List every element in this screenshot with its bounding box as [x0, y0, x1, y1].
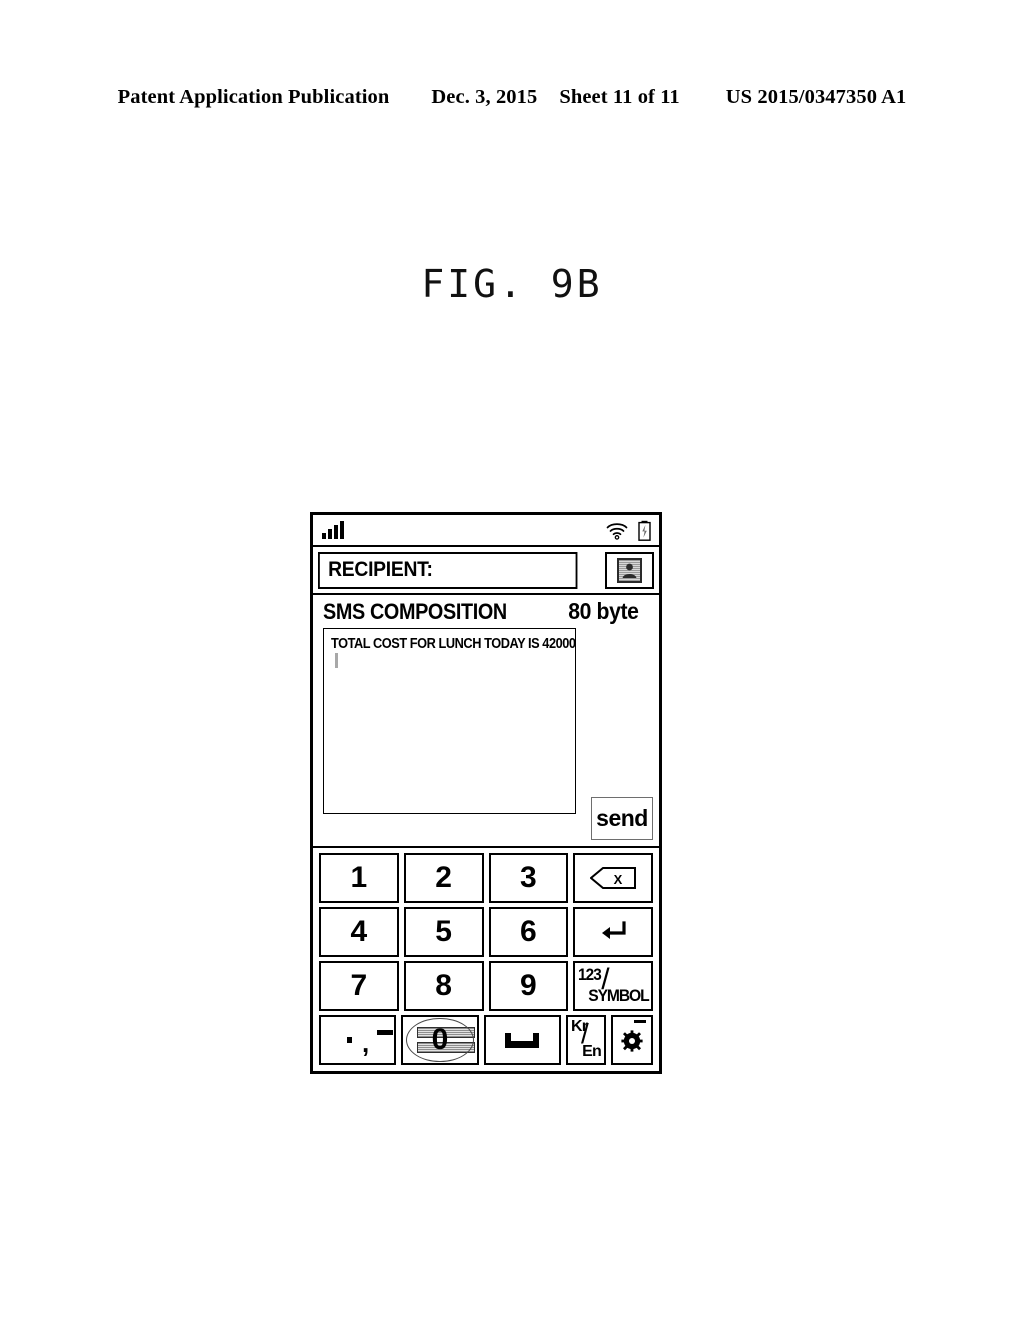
- wifi-icon: [606, 523, 628, 540]
- key-5[interactable]: 5: [403, 907, 484, 957]
- key-7[interactable]: 7: [319, 961, 399, 1011]
- gear-icon: [621, 1030, 643, 1052]
- key-0[interactable]: 0: [401, 1015, 479, 1065]
- keypad-row-2: 4 5 6: [319, 907, 653, 957]
- mobile-device-mockup: RECIPIENT: SMS COMPOSITION 80 byte TOTAL…: [310, 512, 662, 1074]
- key-punctuation[interactable]: ,: [319, 1015, 397, 1065]
- comma-glyph: ,: [362, 1028, 370, 1058]
- key-9[interactable]: 9: [488, 961, 569, 1011]
- keypad-row-4: , 0 Kr / En: [319, 1015, 653, 1065]
- composition-title: SMS COMPOSITION: [323, 598, 507, 624]
- signal-bars-icon: [322, 520, 344, 539]
- key-space[interactable]: [483, 1015, 561, 1065]
- backspace-icon: X: [590, 867, 637, 889]
- enter-return-icon: [602, 921, 626, 939]
- key-4[interactable]: 4: [319, 907, 399, 957]
- byte-counter: 80 byte: [567, 598, 639, 624]
- status-bar: [313, 515, 659, 547]
- key-language-toggle[interactable]: Kr / En: [565, 1015, 606, 1065]
- sheet-number: Sheet 11 of 11: [559, 86, 680, 108]
- message-text: TOTAL COST FOR LUNCH TODAY IS 42000: [331, 636, 576, 652]
- contact-person-icon: [617, 557, 642, 583]
- symbol-key-123-label: 123: [578, 965, 602, 984]
- key-0-label: 0: [431, 1023, 449, 1056]
- send-button[interactable]: send: [591, 797, 653, 840]
- language-en-label: En: [582, 1043, 602, 1060]
- publication-date: Dec. 3, 2015: [431, 86, 538, 108]
- figure-label: FIG. 9B: [421, 262, 603, 306]
- keypad-row-1: 1 2 3 X: [319, 853, 653, 903]
- keypad-row-3: 7 8 9 123 / SYMBOL: [319, 961, 653, 1011]
- recipient-input[interactable]: RECIPIENT:: [318, 551, 578, 589]
- recipient-row: RECIPIENT:: [313, 547, 659, 595]
- key-6[interactable]: 6: [488, 907, 569, 957]
- period-glyph: [347, 1037, 352, 1043]
- key-symbol[interactable]: 123 / SYMBOL: [573, 961, 653, 1011]
- space-bar-icon: [505, 1032, 540, 1048]
- message-input[interactable]: TOTAL COST FOR LUNCH TODAY IS 42000: [323, 628, 576, 814]
- key-settings[interactable]: [610, 1015, 653, 1065]
- dash-glyph: [377, 1030, 393, 1035]
- key-backspace[interactable]: X: [573, 853, 653, 903]
- patent-page-header: Patent Application Publication Dec. 3, 2…: [0, 86, 1024, 109]
- composition-header: SMS COMPOSITION 80 byte: [313, 595, 659, 628]
- symbol-key-symbol-label: SYMBOL: [588, 986, 650, 1005]
- text-caret: [335, 653, 338, 668]
- publication-label: Patent Application Publication: [117, 86, 390, 108]
- svg-text:X: X: [614, 872, 623, 887]
- settings-dash-mark: [633, 1020, 646, 1023]
- key-3[interactable]: 3: [488, 853, 569, 903]
- publication-number: US 2015/0347350 A1: [725, 86, 907, 108]
- keypad: 1 2 3 X 4 5 6 7 8 9 123 / SYMBOL , 0 Kr …: [313, 846, 659, 1071]
- recipient-label: RECIPIENT:: [328, 558, 433, 581]
- key-1[interactable]: 1: [319, 853, 399, 903]
- battery-charging-icon: [638, 520, 651, 541]
- contact-picker-button[interactable]: [605, 551, 654, 589]
- message-area: TOTAL COST FOR LUNCH TODAY IS 42000 send: [313, 628, 659, 846]
- key-2[interactable]: 2: [403, 853, 484, 903]
- key-8[interactable]: 8: [403, 961, 484, 1011]
- key-enter[interactable]: [573, 907, 653, 957]
